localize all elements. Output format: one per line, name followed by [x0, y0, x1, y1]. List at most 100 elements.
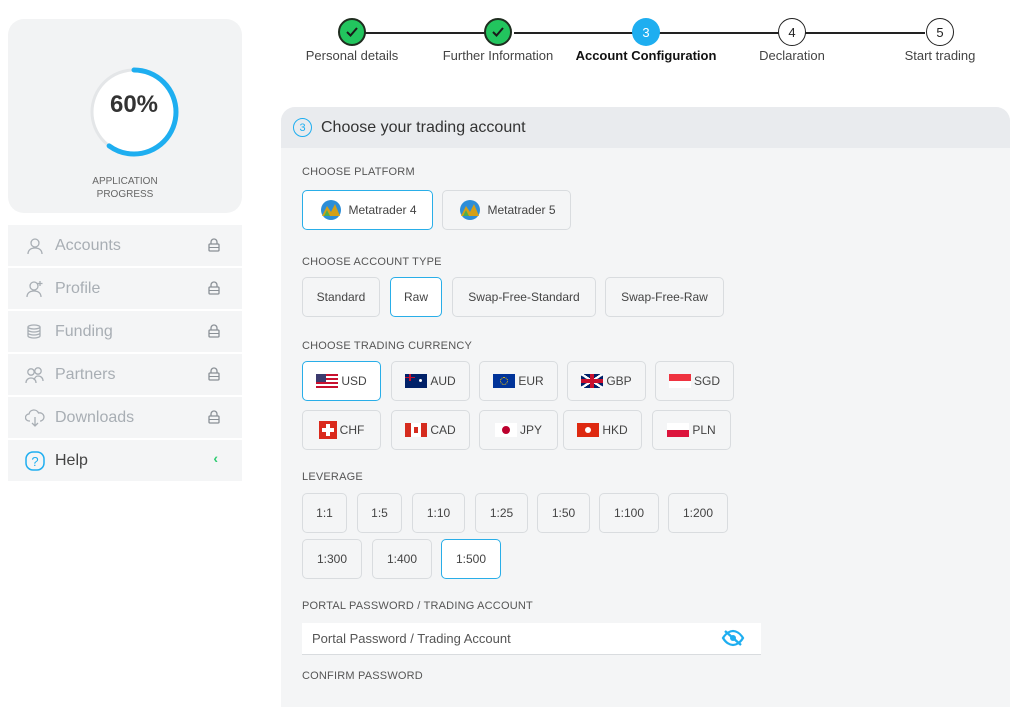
leverage-1-400[interactable]: 1:400: [372, 539, 432, 579]
account-type-swap-free-raw[interactable]: Swap-Free-Raw: [605, 277, 724, 317]
chevron-left-icon: ‹: [213, 450, 218, 466]
lock-icon: [208, 238, 220, 257]
lock-icon: [208, 324, 220, 343]
user-icon: [24, 235, 46, 257]
card-header: 3 Choose your trading account: [281, 107, 1010, 148]
currency-pln[interactable]: PLN: [652, 410, 731, 450]
hk-flag-icon: [577, 423, 600, 437]
eye-slash-icon[interactable]: [721, 629, 745, 652]
currency-eur[interactable]: EUR: [479, 361, 558, 401]
step-label: Personal details: [305, 48, 399, 63]
step-number: 4: [778, 18, 806, 46]
section-number: 3: [293, 118, 312, 137]
currency-code: EUR: [518, 374, 544, 388]
leverage-1-25[interactable]: 1:25: [475, 493, 528, 533]
leverage-label: LEVERAGE: [302, 471, 363, 483]
step-label: Account Configuration: [575, 48, 717, 63]
password-input[interactable]: [302, 623, 761, 655]
leverage-1-10[interactable]: 1:10: [412, 493, 465, 533]
svg-text:?: ?: [31, 454, 38, 469]
gb-flag-icon: [581, 374, 604, 388]
currency-code: GBP: [606, 374, 632, 388]
coins-icon: [24, 321, 46, 343]
platform-option-mt4[interactable]: Metatrader 4: [302, 190, 433, 230]
leverage-1-300[interactable]: 1:300: [302, 539, 362, 579]
currency-code: CAD: [430, 423, 456, 437]
step-label: Start trading: [904, 48, 976, 63]
progress-caption-line2: PROGRESS: [96, 189, 154, 200]
currency-gbp[interactable]: GBP: [567, 361, 646, 401]
sidebar-item-accounts[interactable]: Accounts: [8, 225, 242, 266]
currency-hkd[interactable]: HKD: [563, 410, 642, 450]
us-flag-icon: [316, 374, 339, 388]
currency-cad[interactable]: CAD: [391, 410, 470, 450]
sidebar-item-label: Partners: [55, 365, 116, 383]
ch-flag-icon: [318, 421, 337, 439]
cloud-download-icon: [24, 407, 46, 429]
currency-code: CHF: [339, 423, 365, 437]
ca-flag-icon: [405, 423, 428, 437]
sidebar-item-help[interactable]: ? Help ‹: [8, 440, 242, 481]
sg-flag-icon: [668, 374, 691, 388]
user-plus-icon: [24, 278, 46, 300]
lock-icon: [208, 281, 220, 300]
step-start-trading[interactable]: 5 Start trading: [895, 18, 985, 63]
platform-option-label: Metatrader 5: [487, 203, 556, 217]
currency-label: CHOOSE TRADING CURRENCY: [302, 340, 473, 352]
currency-chf[interactable]: CHF: [302, 410, 381, 450]
sidebar-menu: Accounts Profile Funding Partners Downlo…: [8, 225, 242, 483]
lock-icon: [208, 367, 220, 386]
jp-flag-icon: [494, 423, 517, 437]
step-further-information[interactable]: Further Information: [434, 18, 562, 63]
account-type-label: CHOOSE ACCOUNT TYPE: [302, 256, 442, 268]
currency-code: PLN: [692, 423, 716, 437]
step-account-configuration[interactable]: 3 Account Configuration: [568, 18, 724, 63]
check-icon: [484, 18, 512, 46]
leverage-1-100[interactable]: 1:100: [599, 493, 659, 533]
leverage-1-500[interactable]: 1:500: [441, 539, 501, 579]
currency-aud[interactable]: AUD: [391, 361, 470, 401]
au-flag-icon: [405, 374, 428, 388]
progress-caption: APPLICATION PROGRESS: [8, 175, 242, 201]
sidebar-item-funding[interactable]: Funding: [8, 311, 242, 352]
trading-account-card: 3 Choose your trading account CHOOSE PLA…: [281, 107, 1010, 707]
sidebar-item-downloads[interactable]: Downloads: [8, 397, 242, 438]
currency-sgd[interactable]: SGD: [655, 361, 734, 401]
step-label: Further Information: [442, 48, 554, 63]
leverage-1-5[interactable]: 1:5: [357, 493, 402, 533]
sidebar-item-label: Profile: [55, 279, 101, 297]
sidebar-item-profile[interactable]: Profile: [8, 268, 242, 309]
users-icon: [24, 364, 46, 386]
password-label: PORTAL PASSWORD / TRADING ACCOUNT: [302, 600, 533, 612]
step-declaration[interactable]: 4 Declaration: [750, 18, 834, 63]
step-label: Declaration: [759, 48, 825, 63]
question-icon: ?: [24, 450, 46, 472]
platform-label: CHOOSE PLATFORM: [302, 166, 415, 178]
progress-caption-line1: APPLICATION: [92, 176, 158, 187]
sidebar-item-partners[interactable]: Partners: [8, 354, 242, 395]
card-title: Choose your trading account: [321, 118, 526, 136]
currency-code: JPY: [519, 423, 542, 437]
currency-jpy[interactable]: JPY: [479, 410, 558, 450]
step-number: 3: [632, 18, 660, 46]
currency-usd[interactable]: USD: [302, 361, 381, 401]
platform-option-mt5[interactable]: Metatrader 5: [442, 190, 571, 230]
metatrader-icon: [460, 200, 481, 220]
platform-option-label: Metatrader 4: [348, 203, 417, 217]
leverage-1-50[interactable]: 1:50: [537, 493, 590, 533]
currency-code: HKD: [602, 423, 628, 437]
account-type-swap-free-standard[interactable]: Swap-Free-Standard: [452, 277, 596, 317]
currency-code: SGD: [693, 374, 720, 388]
account-type-raw[interactable]: Raw: [390, 277, 442, 317]
leverage-1-1[interactable]: 1:1: [302, 493, 347, 533]
account-type-standard[interactable]: Standard: [302, 277, 380, 317]
confirm-password-label: CONFIRM PASSWORD: [302, 670, 423, 682]
currency-code: USD: [341, 374, 367, 388]
sidebar-item-label: Accounts: [55, 236, 121, 254]
check-icon: [338, 18, 366, 46]
sidebar-item-label: Help: [55, 451, 88, 469]
progress-stepper: Personal details Further Information 3 A…: [280, 18, 1000, 68]
step-personal-details[interactable]: Personal details: [300, 18, 404, 63]
metatrader-icon: [321, 200, 342, 220]
leverage-1-200[interactable]: 1:200: [668, 493, 728, 533]
